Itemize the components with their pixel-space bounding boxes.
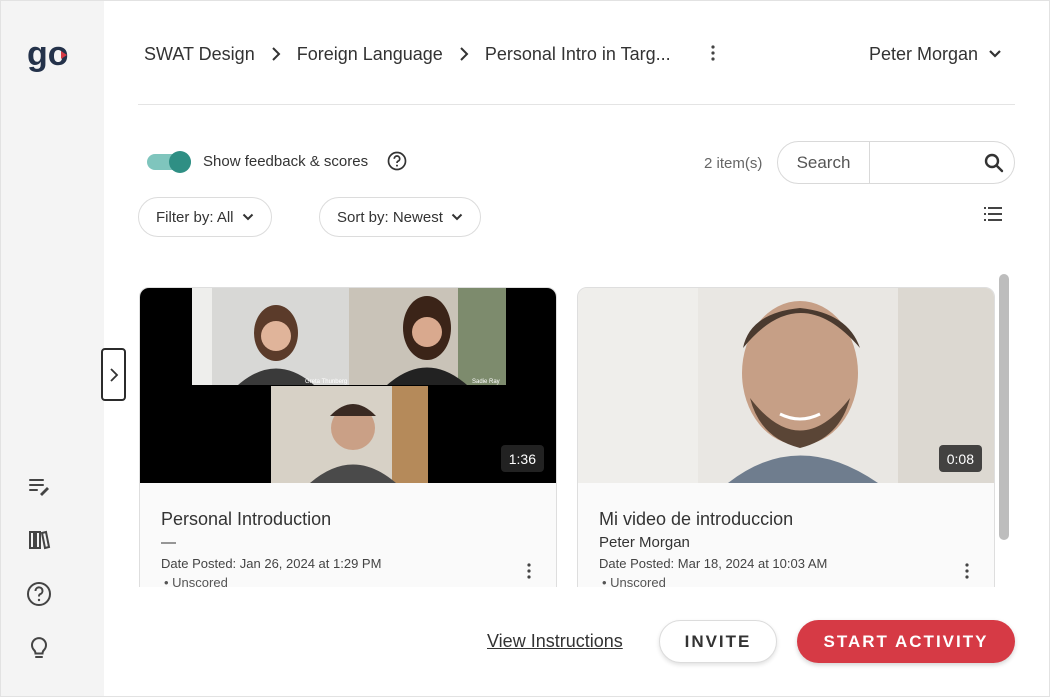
expand-sidebar-button[interactable] <box>101 348 126 401</box>
breadcrumb-item-foreign-language[interactable]: Foreign Language <box>297 44 443 65</box>
card-date: Date Posted: Mar 18, 2024 at 10:03 AM <box>599 556 828 571</box>
start-activity-button[interactable]: START ACTIVITY <box>797 620 1015 663</box>
sidebar: go <box>1 1 104 696</box>
breadcrumb-item-current[interactable]: Personal Intro in Targ... <box>485 44 671 65</box>
card-title[interactable]: Mi video de introduccion <box>599 509 793 530</box>
user-menu[interactable]: Peter Morgan <box>869 42 1002 66</box>
lightbulb-icon[interactable] <box>23 632 55 664</box>
card-date: Date Posted: Jan 26, 2024 at 1:29 PM <box>161 556 382 571</box>
search-input[interactable] <box>870 142 974 183</box>
chevron-right-icon <box>271 47 281 61</box>
filter-label: Filter by: All <box>156 208 234 226</box>
video-thumbnail[interactable]: Greta Thunberg Sadie Ray 1:36 <box>140 288 556 483</box>
invite-button[interactable]: INVITE <box>659 620 777 663</box>
card-menu-icon[interactable] <box>960 561 974 581</box>
search-icon[interactable] <box>974 142 1014 183</box>
more-options-icon[interactable] <box>704 42 722 64</box>
search-box: Search <box>777 141 1015 184</box>
header-divider <box>138 104 1015 105</box>
responses-grid: Greta Thunberg Sadie Ray 1:36 Personal I… <box>138 270 1018 587</box>
go-logo[interactable]: go <box>27 35 79 75</box>
chevron-down-icon <box>242 213 254 221</box>
filter-dropdown[interactable]: Filter by: All <box>138 197 272 237</box>
sort-label: Sort by: Newest <box>337 208 443 226</box>
user-name: Peter Morgan <box>869 43 979 64</box>
thumb-label: Sadie Ray <box>472 379 500 385</box>
view-instructions-link[interactable]: View Instructions <box>487 631 623 652</box>
card-title[interactable]: Personal Introduction <box>161 509 331 530</box>
card-status: • Unscored <box>164 575 228 587</box>
feedback-toggle[interactable] <box>147 151 193 173</box>
thumb-label: Greta Thunberg <box>305 379 347 385</box>
response-card[interactable]: 0:08 Mi video de introduccion Peter Morg… <box>577 287 995 587</box>
video-duration: 0:08 <box>938 445 982 472</box>
video-duration: 1:36 <box>500 445 544 472</box>
breadcrumb: SWAT Design Foreign Language Personal In… <box>144 42 671 66</box>
card-author: Peter Morgan <box>599 534 690 551</box>
chevron-down-icon <box>451 213 463 221</box>
sort-dropdown[interactable]: Sort by: Newest <box>319 197 481 237</box>
toggle-knob <box>169 151 191 173</box>
chevron-down-icon <box>988 49 1002 59</box>
card-menu-icon[interactable] <box>522 561 536 581</box>
feedback-toggle-label: Show feedback & scores <box>203 153 369 170</box>
video-thumbnail[interactable]: 0:08 <box>578 288 994 483</box>
library-books-icon[interactable] <box>23 524 55 556</box>
activity-feed-icon[interactable] <box>23 470 55 502</box>
response-card[interactable]: Greta Thunberg Sadie Ray 1:36 Personal I… <box>139 287 557 587</box>
breadcrumb-item-swat-design[interactable]: SWAT Design <box>144 44 255 65</box>
scrollbar-thumb[interactable] <box>999 274 1009 540</box>
content-scrollbar[interactable] <box>996 270 1012 587</box>
help-icon[interactable] <box>387 151 407 171</box>
card-author: — <box>161 534 176 551</box>
chevron-right-icon <box>459 47 469 61</box>
item-count: 2 item(s) <box>704 155 763 172</box>
help-circle-icon[interactable] <box>23 578 55 610</box>
chevron-right-icon <box>109 367 118 382</box>
list-view-icon[interactable] <box>983 204 1003 224</box>
search-label: Search <box>778 142 870 183</box>
card-status: • Unscored <box>602 575 666 587</box>
